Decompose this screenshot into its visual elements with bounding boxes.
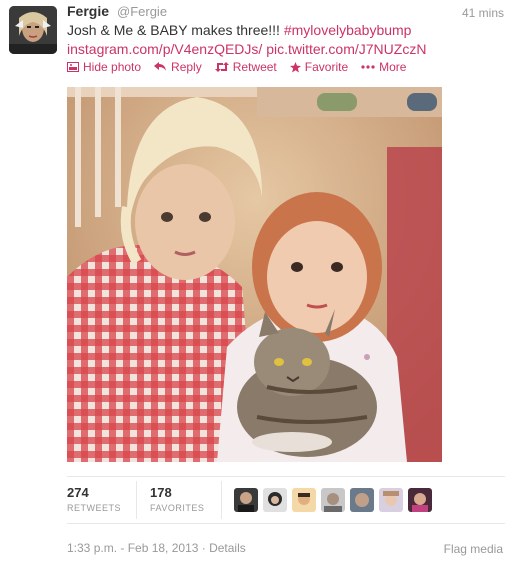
stat-separator bbox=[136, 481, 137, 519]
star-icon bbox=[289, 61, 301, 73]
favoriter-avatar[interactable] bbox=[379, 488, 403, 512]
more-button[interactable]: More bbox=[361, 60, 406, 74]
photo-icon bbox=[67, 62, 79, 72]
reply-icon bbox=[154, 62, 167, 71]
flag-media-link[interactable]: Flag media bbox=[444, 542, 503, 556]
tweet-photo[interactable] bbox=[67, 87, 442, 462]
favoriter-avatar[interactable] bbox=[350, 488, 374, 512]
instagram-link[interactable]: instagram.com/p/V4enzQEDJs/ bbox=[67, 41, 262, 57]
tweet-text: Josh & Me & BABY makes three!!! #mylovel… bbox=[67, 21, 507, 59]
tweet-timestamp[interactable]: 41 mins bbox=[462, 6, 504, 20]
favoriter-avatar[interactable] bbox=[321, 488, 345, 512]
reply-button[interactable]: Reply bbox=[154, 60, 202, 74]
more-label: More bbox=[379, 60, 407, 74]
favorites-stat[interactable]: 178 FAVORITES bbox=[150, 485, 204, 513]
stats-divider-bottom bbox=[67, 523, 505, 524]
retweets-count: 274 bbox=[67, 485, 89, 500]
reply-label: Reply bbox=[171, 60, 202, 74]
favoriters-avatars bbox=[234, 488, 437, 512]
stat-separator bbox=[221, 481, 222, 519]
stats-divider-top bbox=[67, 476, 505, 477]
favoriter-avatar[interactable] bbox=[292, 488, 316, 512]
retweet-button[interactable]: Retweet bbox=[214, 60, 277, 74]
retweets-stat[interactable]: 274 RETWEETS bbox=[67, 485, 121, 513]
favoriter-avatar[interactable] bbox=[234, 488, 258, 512]
retweets-label: RETWEETS bbox=[67, 503, 122, 513]
avatar[interactable] bbox=[9, 6, 57, 54]
tweet-text-plain: Josh & Me & BABY makes three!!! bbox=[67, 22, 284, 38]
pic-link[interactable]: pic.twitter.com/J7NUZczN bbox=[266, 41, 426, 57]
favorite-label: Favorite bbox=[304, 60, 349, 74]
retweet-icon bbox=[214, 62, 229, 72]
favorites-count: 178 bbox=[150, 485, 172, 500]
tweet-actions: Hide photo Reply Retweet Favorite More bbox=[67, 60, 419, 74]
tweet-container: Fergie @Fergie 41 mins Josh & Me & BABY … bbox=[0, 0, 513, 561]
tweet-meta[interactable]: 1:33 p.m. - Feb 18, 2013 · Details bbox=[67, 541, 246, 555]
hide-photo-button[interactable]: Hide photo bbox=[67, 60, 141, 74]
hashtag-link[interactable]: #mylovelybabybump bbox=[284, 22, 412, 38]
favorite-button[interactable]: Favorite bbox=[289, 60, 349, 74]
favoriter-avatar[interactable] bbox=[263, 488, 287, 512]
favoriter-avatar[interactable] bbox=[408, 488, 432, 512]
user-handle[interactable]: @Fergie bbox=[117, 4, 167, 19]
favorites-label: FAVORITES bbox=[150, 503, 205, 513]
user-fullname[interactable]: Fergie bbox=[67, 3, 109, 19]
more-dots-icon bbox=[361, 65, 375, 69]
hide-photo-label: Hide photo bbox=[83, 60, 142, 74]
retweet-label: Retweet bbox=[232, 60, 277, 74]
